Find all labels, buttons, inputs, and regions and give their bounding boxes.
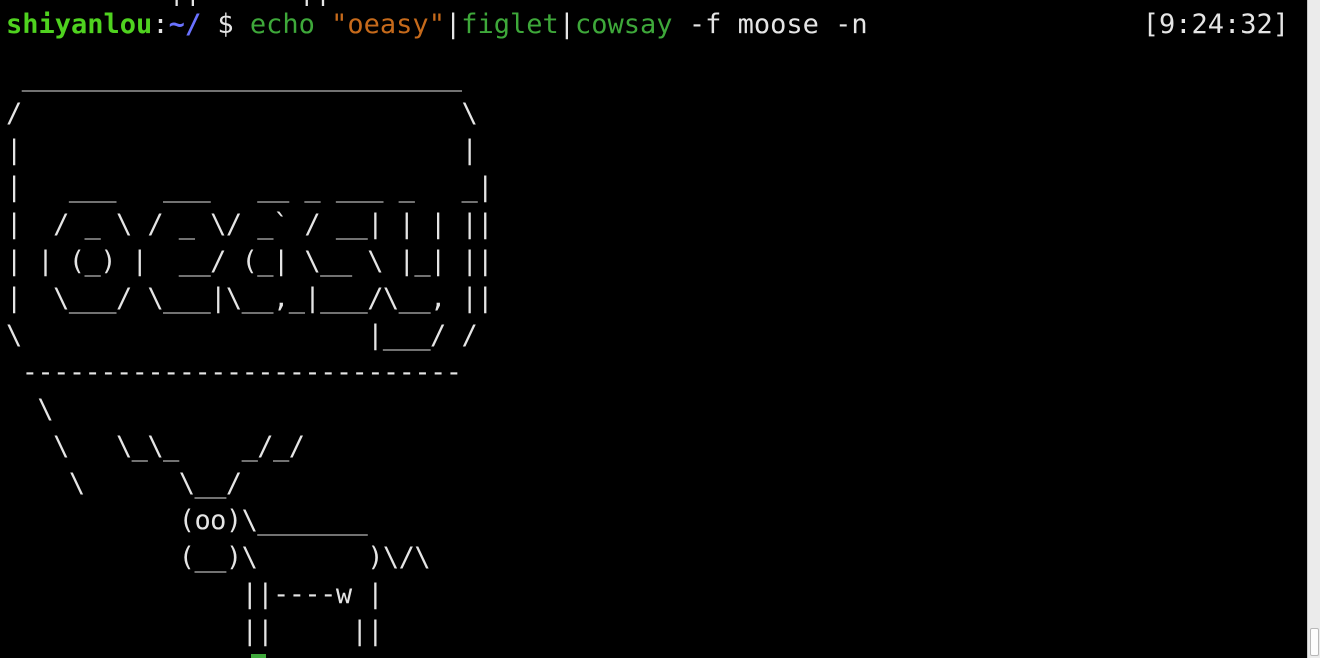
command-figlet: figlet bbox=[461, 9, 559, 40]
terminal-window[interactable]: || || shiyanlou:~/ $ echo "oeasy"|figlet… bbox=[0, 0, 1307, 658]
prompt-path: ~/ bbox=[168, 9, 202, 40]
vertical-scrollbar[interactable] bbox=[1307, 0, 1320, 658]
command-arguments: -f moose -n bbox=[672, 9, 868, 40]
command-cowsay: cowsay bbox=[575, 9, 673, 40]
ascii-art-output: ____________________________ / \ | | | _… bbox=[6, 61, 493, 647]
command-pipe: | bbox=[558, 9, 576, 40]
command-string: "oeasy" bbox=[331, 9, 445, 40]
terminal-cursor bbox=[251, 654, 266, 658]
command-pipe: | bbox=[444, 9, 462, 40]
command-echo: echo bbox=[249, 9, 332, 40]
prompt-user: shiyanlou bbox=[6, 9, 153, 40]
prompt-colon: : bbox=[152, 9, 169, 40]
prompt-dollar: $ bbox=[201, 9, 250, 40]
scrollbar-thumb[interactable] bbox=[1310, 628, 1319, 656]
prompt-clock: [9:24:32] bbox=[1142, 9, 1289, 40]
command-prompt-line: shiyanlou:~/ $ echo "oeasy"|figlet|cowsa… bbox=[6, 5, 868, 45]
